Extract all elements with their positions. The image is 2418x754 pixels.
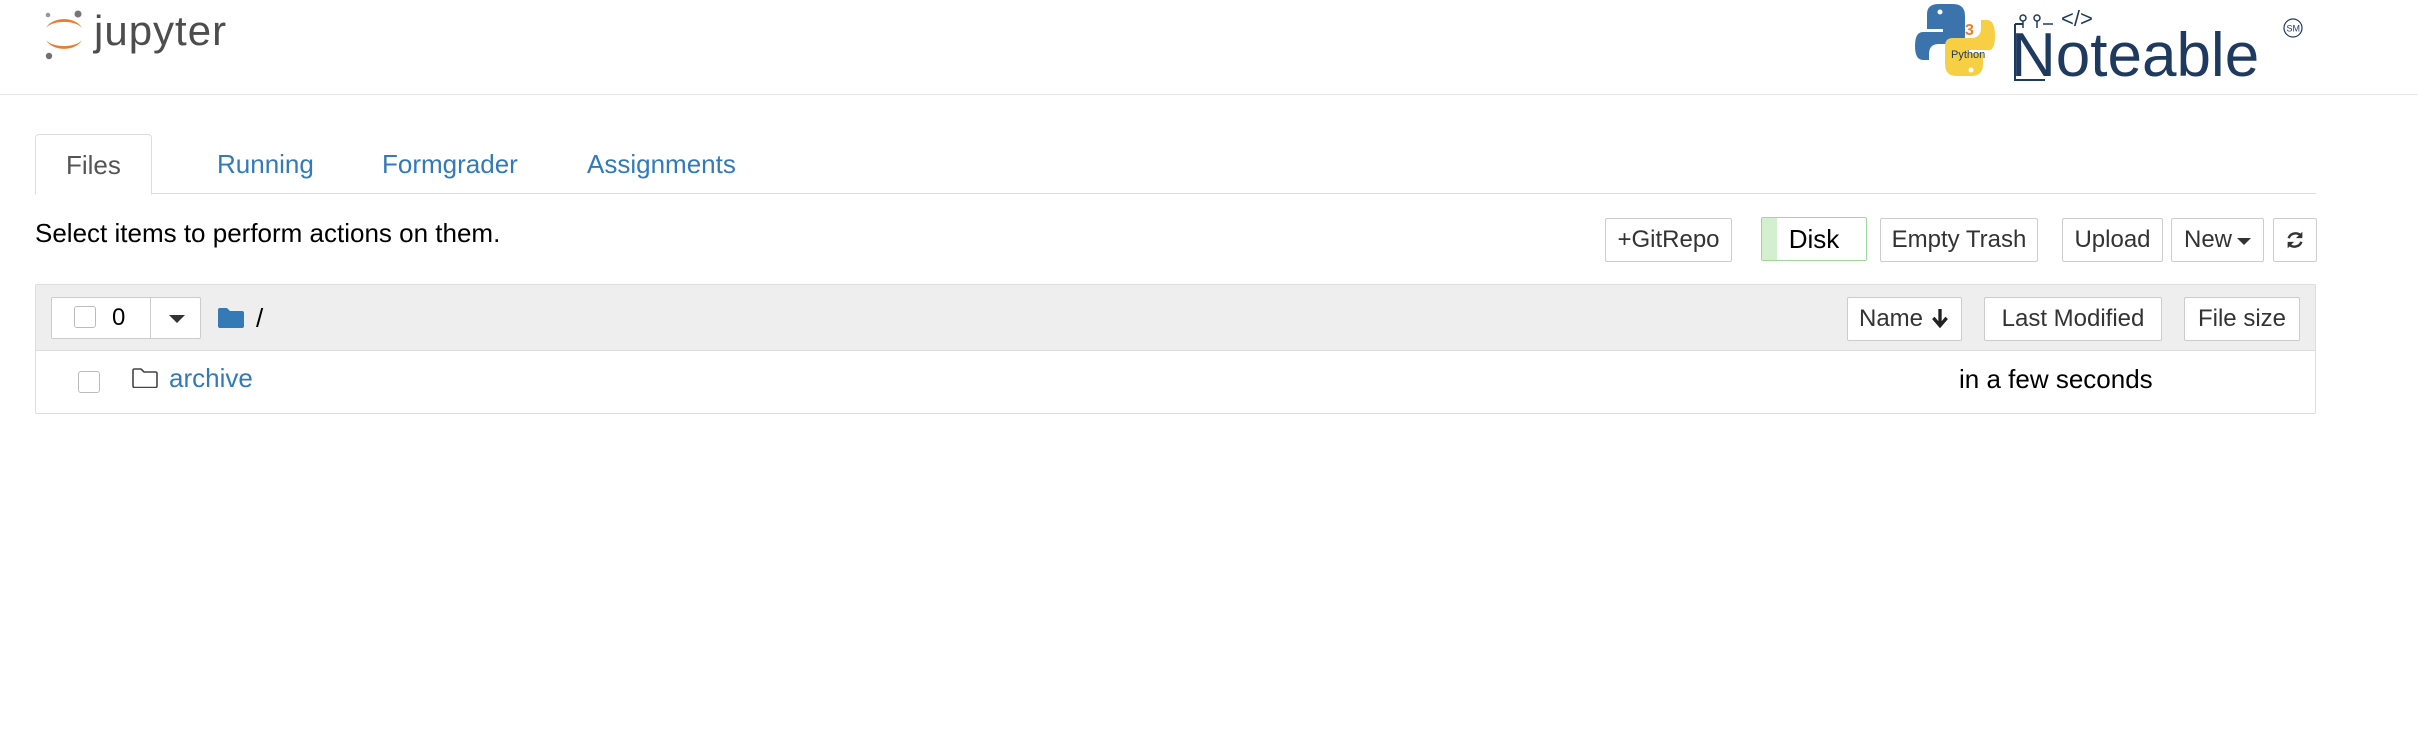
jupyter-wordmark: jupyter bbox=[94, 7, 228, 54]
new-label: New bbox=[2184, 226, 2233, 253]
jupyter-logo[interactable]: jupyter bbox=[40, 4, 227, 64]
noteable-wordmark: Noteable bbox=[2011, 21, 2259, 90]
name-column-label: Name bbox=[1859, 305, 1924, 332]
select-all-checkbox[interactable] bbox=[74, 306, 96, 328]
sort-by-modified-button[interactable]: Last Modified bbox=[1984, 297, 2162, 341]
last-modified-value: in a few seconds bbox=[1959, 364, 2153, 394]
refresh-button[interactable] bbox=[2273, 218, 2317, 262]
sort-by-size-button[interactable]: File size bbox=[2184, 297, 2300, 341]
disk-usage-button[interactable]: Disk bbox=[1761, 217, 1867, 261]
sort-by-name-button[interactable]: Name bbox=[1847, 297, 1962, 341]
breadcrumb: / bbox=[218, 301, 263, 335]
folder-outline-icon bbox=[132, 368, 158, 388]
select-all-group[interactable]: 0 bbox=[51, 296, 202, 339]
jupyter-logo-icon bbox=[45, 10, 82, 60]
folder-icon[interactable] bbox=[218, 308, 244, 328]
gitrepo-button[interactable]: +GitRepo bbox=[1605, 218, 1732, 262]
caret-down-icon bbox=[2237, 238, 2251, 245]
file-list-header: 0 / Name Last Modified File size bbox=[36, 285, 2315, 351]
empty-trash-button[interactable]: Empty Trash bbox=[1880, 218, 2038, 262]
tab-formgrader[interactable]: Formgrader bbox=[352, 134, 548, 194]
selected-count: 0 bbox=[112, 304, 126, 331]
python-version: 3 bbox=[1965, 22, 1974, 39]
selection-hint: Select items to perform actions on them. bbox=[35, 218, 501, 248]
noteable-logo: 3 Python </> Noteable SM bbox=[1915, 4, 2303, 90]
breadcrumb-root[interactable]: / bbox=[256, 303, 263, 334]
select-menu-dropdown[interactable] bbox=[150, 296, 202, 339]
disk-usage-bar bbox=[1762, 218, 1777, 260]
upload-button[interactable]: Upload bbox=[2062, 218, 2163, 262]
tab-bar: Files Running Formgrader Assignments bbox=[35, 134, 2316, 195]
tab-files[interactable]: Files bbox=[35, 134, 152, 195]
table-row[interactable]: archive in a few seconds bbox=[36, 351, 2315, 413]
file-name-link[interactable]: archive bbox=[169, 363, 253, 394]
python-icon bbox=[1915, 4, 1995, 76]
noteable-sm-mark: SM bbox=[2287, 24, 2301, 34]
row-checkbox[interactable] bbox=[78, 371, 100, 393]
file-list: 0 / Name Last Modified File size archive… bbox=[35, 284, 2316, 414]
new-dropdown-button[interactable]: New bbox=[2171, 218, 2264, 262]
python-badge: Python bbox=[1951, 49, 1985, 61]
arrow-down-icon bbox=[1932, 309, 1948, 329]
refresh-icon bbox=[2287, 231, 2303, 249]
disk-label: Disk bbox=[1788, 224, 1840, 254]
tab-running[interactable]: Running bbox=[187, 134, 344, 194]
tab-assignments[interactable]: Assignments bbox=[557, 134, 766, 194]
header: jupyter 3 Python </> Noteable SM bbox=[0, 0, 2418, 95]
